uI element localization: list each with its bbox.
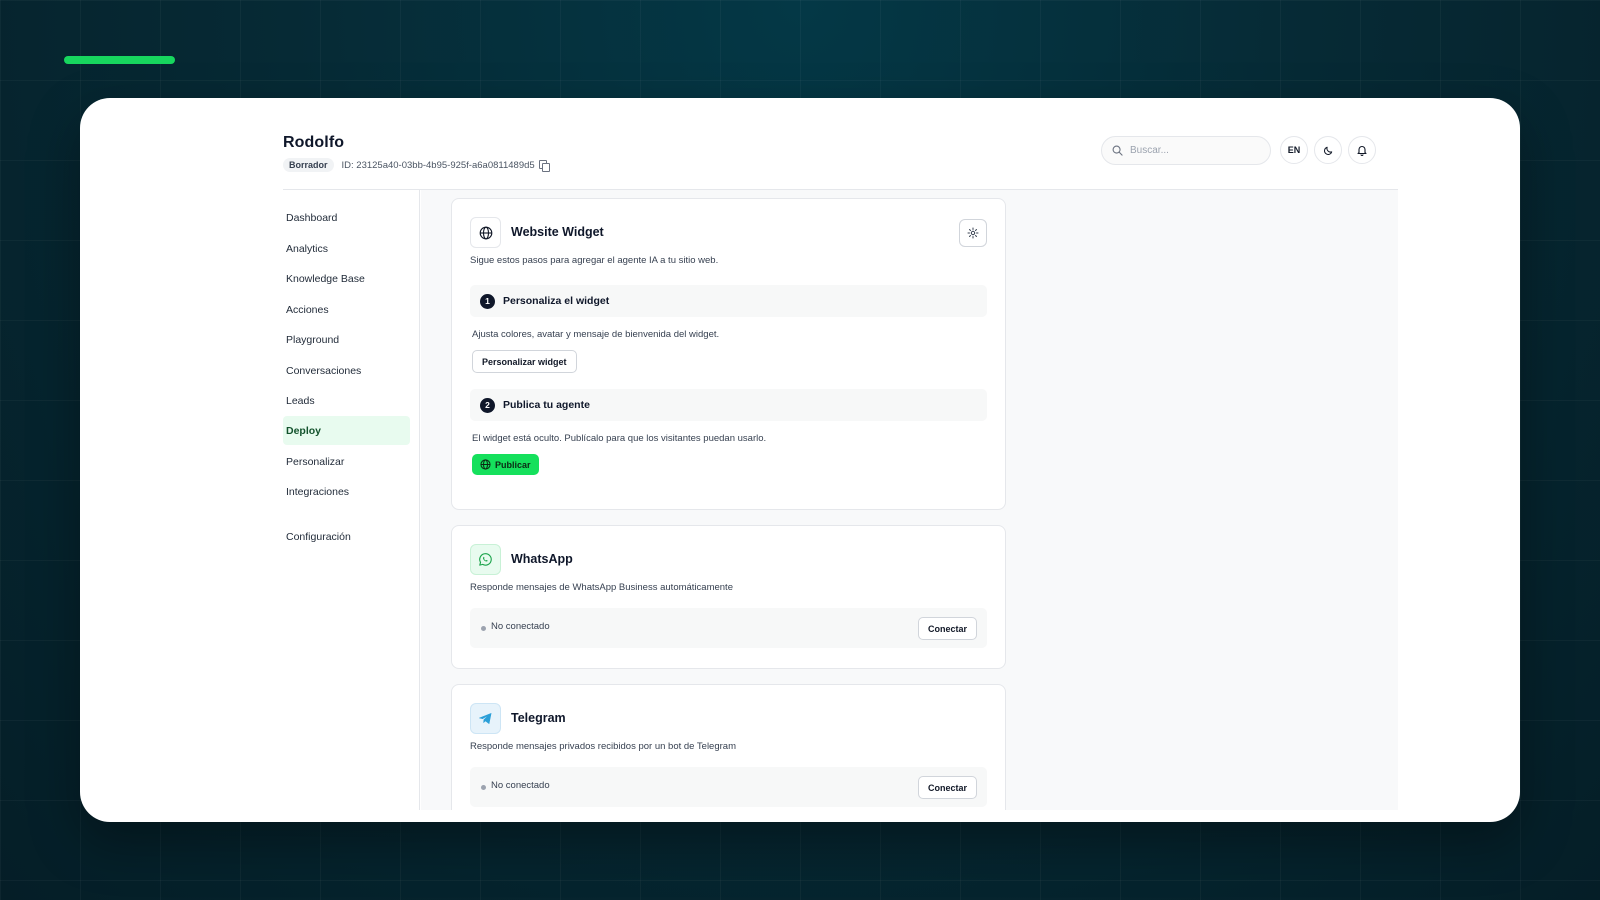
- customize-widget-button[interactable]: Personalizar widget: [472, 350, 577, 373]
- notifications-button[interactable]: [1348, 136, 1376, 164]
- copy-icon[interactable]: [538, 160, 550, 172]
- sidebar: Dashboard Analytics Knowledge Base Accio…: [283, 190, 420, 810]
- connection-status: No conectado: [491, 780, 550, 791]
- sidebar-item-label: Conversaciones: [286, 364, 362, 377]
- telegram-icon-box: [470, 703, 501, 734]
- sidebar-item-label: Knowledge Base: [286, 272, 365, 285]
- sidebar-item-dashboard[interactable]: Dashboard: [283, 203, 410, 232]
- widget-icon-box: [470, 217, 501, 248]
- agent-id-text: ID: 23125a40-03bb-4b95-925f-a6a0811489d5: [341, 159, 535, 171]
- card-description: Sigue estos pasos para agregar el agente…: [470, 255, 719, 266]
- step-2-header: 2 Publica tu agente: [470, 389, 987, 421]
- agent-id: ID: 23125a40-03bb-4b95-925f-a6a0811489d5: [341, 159, 550, 172]
- sidebar-item-label: Acciones: [286, 303, 329, 316]
- sidebar-item-label: Dashboard: [286, 211, 338, 224]
- whatsapp-card: WhatsApp Responde mensajes de WhatsApp B…: [451, 525, 1006, 669]
- agent-meta: Borrador ID: 23125a40-03bb-4b95-925f-a6a…: [283, 158, 550, 172]
- connect-whatsapp-button[interactable]: Conectar: [917, 617, 977, 640]
- status-badge: Borrador: [283, 158, 334, 172]
- whatsapp-connection-row: No conectado Conectar: [470, 608, 987, 648]
- sidebar-item-playground[interactable]: Playground: [283, 325, 410, 354]
- step-number: 1: [480, 293, 495, 309]
- connect-telegram-button[interactable]: Conectar: [917, 776, 977, 799]
- bell-icon: [1357, 146, 1367, 156]
- sidebar-item-configuracion[interactable]: Configuración: [283, 522, 410, 551]
- sidebar-item-acciones[interactable]: Acciones: [283, 295, 410, 324]
- card-description: Responde mensajes privados recibidos por…: [470, 741, 736, 752]
- telegram-card: Telegram Responde mensajes privados reci…: [451, 684, 1006, 810]
- language-label: EN: [1287, 145, 1301, 155]
- step-1-header: 1 Personaliza el widget: [470, 285, 987, 317]
- language-button[interactable]: EN: [1280, 136, 1308, 164]
- sidebar-item-leads[interactable]: Leads: [283, 386, 410, 415]
- sidebar-item-conversaciones[interactable]: Conversaciones: [283, 356, 410, 385]
- telegram-icon: [479, 713, 492, 724]
- app-window: Rodolfo Borrador ID: 23125a40-03bb-4b95-…: [80, 98, 1520, 822]
- card-title: WhatsApp: [511, 552, 573, 566]
- publish-label: Publicar: [495, 459, 531, 470]
- step-description: El widget está oculto. Publícalo para qu…: [472, 433, 767, 444]
- theme-toggle-button[interactable]: [1314, 136, 1342, 164]
- telegram-connection-row: No conectado Conectar: [470, 767, 987, 807]
- whatsapp-icon: [479, 553, 492, 566]
- header: Rodolfo Borrador ID: 23125a40-03bb-4b95-…: [283, 98, 1398, 190]
- connection-status: No conectado: [491, 621, 550, 632]
- publish-button[interactable]: Publicar: [472, 454, 539, 475]
- search-input[interactable]: [1130, 145, 1250, 156]
- sidebar-item-label: Configuración: [286, 530, 351, 543]
- sidebar-item-label: Playground: [286, 333, 340, 346]
- sidebar-item-label: Leads: [286, 394, 315, 407]
- agent-name: Rodolfo: [283, 134, 345, 151]
- gear-icon: [967, 227, 979, 239]
- whatsapp-icon-box: [470, 544, 501, 575]
- step-number: 2: [480, 397, 495, 413]
- sidebar-item-label: Analytics: [286, 242, 329, 255]
- status-dot: [481, 626, 486, 631]
- widget-settings-button[interactable]: [959, 219, 987, 247]
- app-content: Rodolfo Borrador ID: 23125a40-03bb-4b95-…: [283, 98, 1398, 810]
- search-icon: [1112, 145, 1123, 156]
- card-title: Telegram: [511, 711, 566, 725]
- sidebar-item-label: Deploy: [286, 424, 322, 437]
- search-box[interactable]: [1101, 136, 1271, 165]
- website-widget-card: Website Widget Sigue estos pasos para ag…: [451, 198, 1006, 510]
- sidebar-item-knowledge-base[interactable]: Knowledge Base: [283, 264, 410, 293]
- sidebar-item-analytics[interactable]: Analytics: [283, 234, 410, 263]
- card-title: Website Widget: [511, 225, 604, 239]
- status-dot: [481, 785, 486, 790]
- accent-bar: [64, 56, 175, 64]
- sidebar-item-deploy[interactable]: Deploy: [283, 416, 410, 445]
- main-content: Website Widget Sigue estos pasos para ag…: [421, 190, 1398, 810]
- step-description: Ajusta colores, avatar y mensaje de bien…: [472, 329, 720, 340]
- sidebar-item-label: Integraciones: [286, 485, 350, 498]
- sidebar-item-integraciones[interactable]: Integraciones: [283, 477, 410, 506]
- card-description: Responde mensajes de WhatsApp Business a…: [470, 582, 733, 593]
- sidebar-item-personalizar[interactable]: Personalizar: [283, 447, 410, 476]
- globe-icon: [479, 226, 492, 239]
- sidebar-item-label: Personalizar: [286, 455, 345, 468]
- moon-icon: [1323, 146, 1332, 155]
- step-title: Publica tu agente: [503, 399, 590, 411]
- step-title: Personaliza el widget: [503, 295, 610, 307]
- globe-icon: [480, 459, 491, 470]
